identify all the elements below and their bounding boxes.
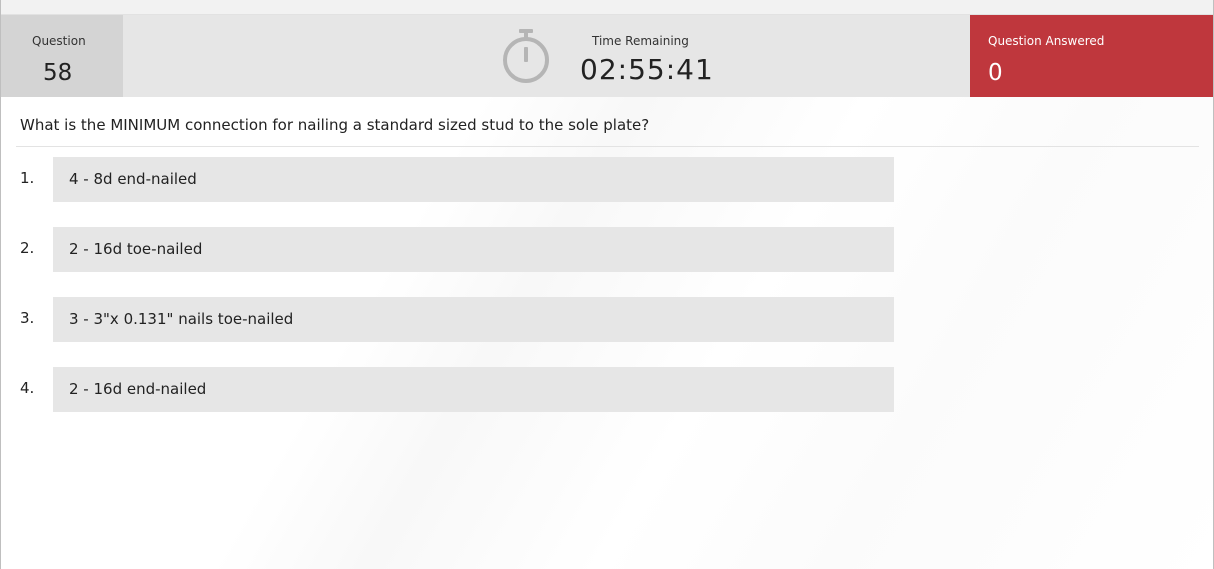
answer-option-1: 1. 4 - 8d end-nailed: [1, 157, 901, 202]
time-remaining-label: Time Remaining: [592, 34, 689, 48]
stopwatch-icon: [503, 29, 549, 83]
question-counter-label: Question: [32, 34, 86, 48]
questions-answered-count: 0: [988, 60, 1003, 86]
question-divider: [16, 146, 1199, 147]
question-counter-number: 58: [43, 60, 73, 86]
answer-number: 2.: [20, 239, 35, 257]
answer-number: 4.: [20, 379, 35, 397]
answer-option-button[interactable]: 3 - 3"x 0.131" nails toe-nailed: [53, 297, 894, 342]
answer-option-button[interactable]: 2 - 16d toe-nailed: [53, 227, 894, 272]
time-remaining-value: 02:55:41: [580, 53, 714, 86]
answer-option-2: 2. 2 - 16d toe-nailed: [1, 227, 901, 272]
answer-option-4: 4. 2 - 16d end-nailed: [1, 367, 901, 412]
questions-answered-panel: Question Answered 0: [970, 15, 1213, 97]
question-counter: Question 58: [1, 15, 123, 97]
answer-number: 1.: [20, 169, 35, 187]
answer-option-button[interactable]: 2 - 16d end-nailed: [53, 367, 894, 412]
exam-header: Question 58 Time Remaining 02:55:41 Ques…: [1, 15, 1213, 97]
question-text: What is the MINIMUM connection for naili…: [20, 116, 650, 134]
exam-window: Question 58 Time Remaining 02:55:41 Ques…: [0, 0, 1214, 569]
timer: Time Remaining 02:55:41: [501, 23, 901, 93]
answer-option-3: 3. 3 - 3"x 0.131" nails toe-nailed: [1, 297, 901, 342]
answer-list: 1. 4 - 8d end-nailed 2. 2 - 16d toe-nail…: [1, 157, 901, 437]
top-strip: [1, 0, 1213, 15]
answer-number: 3.: [20, 309, 35, 327]
questions-answered-label: Question Answered: [988, 34, 1105, 48]
answer-option-button[interactable]: 4 - 8d end-nailed: [53, 157, 894, 202]
